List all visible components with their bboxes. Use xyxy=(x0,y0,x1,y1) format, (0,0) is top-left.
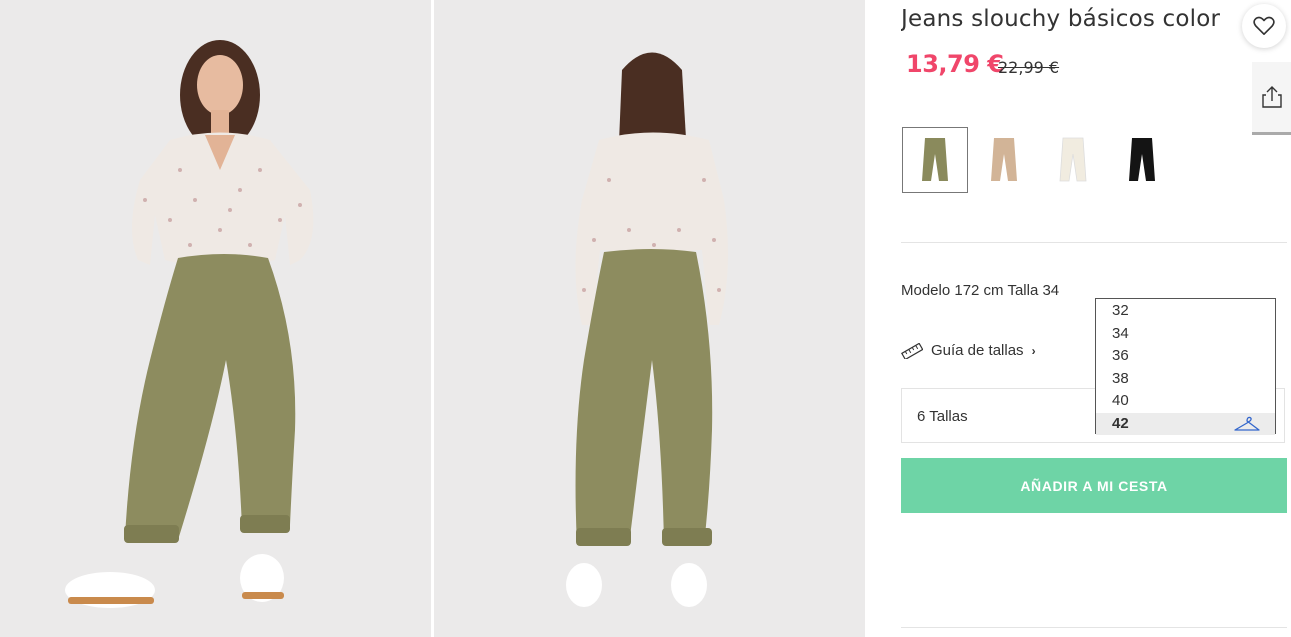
chevron-right-icon: › xyxy=(1031,343,1036,358)
size-option-34[interactable]: 34 xyxy=(1096,323,1275,346)
model-front-figure xyxy=(0,0,431,637)
current-price: 13,79 € xyxy=(906,50,1004,78)
pants-beige-thumbnail xyxy=(991,138,1017,181)
divider xyxy=(901,242,1287,243)
product-photo-front[interactable] xyxy=(0,0,431,637)
size-option-42[interactable]: 42 xyxy=(1096,412,1275,435)
swatch-khaki[interactable] xyxy=(902,127,968,193)
swatch-ecru[interactable] xyxy=(1040,127,1106,193)
size-option-32[interactable]: 32 xyxy=(1096,300,1275,323)
pants-khaki-thumbnail xyxy=(922,138,948,181)
pants-ecru-thumbnail xyxy=(1059,137,1087,182)
pants-black-thumbnail xyxy=(1129,138,1155,181)
product-photo-back[interactable] xyxy=(434,0,865,637)
product-title: Jeans slouchy básicos color xyxy=(901,6,1221,32)
divider xyxy=(901,627,1287,628)
size-dropdown[interactable]: 32 34 36 38 40 42 xyxy=(1095,298,1276,435)
size-guide-link[interactable]: Guía de tallas › xyxy=(901,342,1036,359)
model-info: Modelo 172 cm Talla 34 xyxy=(901,282,1060,299)
share-button[interactable] xyxy=(1252,62,1291,135)
favorite-button[interactable] xyxy=(1242,4,1286,48)
size-option-label: 42 xyxy=(1112,414,1129,432)
share-icon xyxy=(1261,86,1282,108)
size-option-40[interactable]: 40 xyxy=(1096,390,1275,413)
ruler-icon xyxy=(901,342,923,359)
swatch-beige[interactable] xyxy=(971,127,1037,193)
heart-icon xyxy=(1253,16,1275,35)
add-to-cart-button[interactable]: AÑADIR A MI CESTA xyxy=(901,458,1287,513)
size-selector-label: 6 Tallas xyxy=(917,408,968,425)
size-option-38[interactable]: 38 xyxy=(1096,368,1275,391)
original-price: 22,99 € xyxy=(998,58,1060,77)
size-option-36[interactable]: 36 xyxy=(1096,345,1275,368)
model-back-figure xyxy=(434,0,865,637)
swatch-black[interactable] xyxy=(1109,127,1175,193)
hanger-icon xyxy=(1234,416,1260,431)
size-guide-label: Guía de tallas xyxy=(931,342,1024,359)
